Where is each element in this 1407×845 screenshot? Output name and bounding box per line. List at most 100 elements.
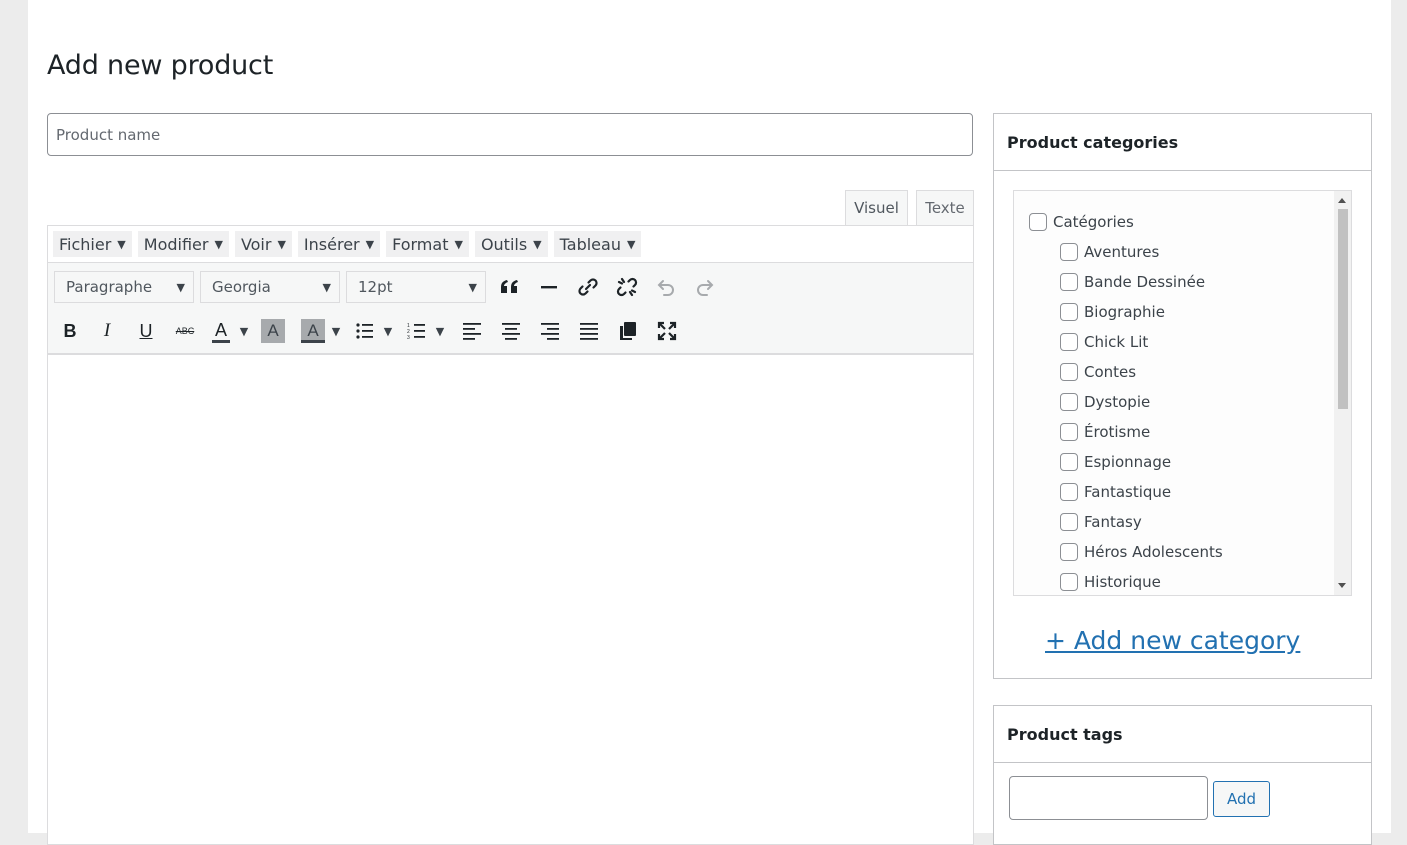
- category-scrollbar[interactable]: [1334, 191, 1351, 595]
- scroll-down-arrow-icon[interactable]: [1338, 583, 1346, 588]
- add-new-category-link[interactable]: + Add new category: [1045, 626, 1300, 655]
- scroll-up-arrow-icon[interactable]: [1338, 198, 1346, 203]
- block-format-select[interactable]: Paragraphe ▼: [54, 271, 194, 303]
- numbered-list-icon[interactable]: 123: [402, 315, 432, 347]
- menu-edit[interactable]: Modifier ▼: [137, 231, 229, 257]
- tab-text[interactable]: Texte: [916, 190, 974, 225]
- menu-view[interactable]: Voir ▼: [234, 231, 292, 257]
- bullet-list-dropdown[interactable]: ▼: [380, 315, 396, 347]
- menu-insert[interactable]: Insérer ▼: [297, 231, 381, 257]
- category-item[interactable]: Fantasy: [1060, 507, 1142, 537]
- menu-table[interactable]: Tableau ▼: [553, 231, 642, 257]
- category-label: Historique: [1084, 573, 1161, 591]
- category-checkbox[interactable]: [1060, 333, 1078, 351]
- fullscreen-icon[interactable]: [649, 315, 685, 347]
- product-tags-box: Product tags Add: [993, 705, 1372, 845]
- block-format-value: Paragraphe: [66, 278, 153, 296]
- unlink-icon[interactable]: [609, 271, 645, 303]
- category-item[interactable]: Aventures: [1060, 237, 1159, 267]
- category-label: Aventures: [1084, 243, 1160, 261]
- editor-content-area[interactable]: [48, 355, 973, 835]
- category-item-root[interactable]: Catégories: [1029, 207, 1134, 237]
- chevron-down-icon: ▼: [365, 237, 375, 251]
- strikethrough-icon[interactable]: ABC: [167, 315, 203, 347]
- text-color-dropdown[interactable]: ▼: [236, 315, 252, 347]
- justify-icon[interactable]: [571, 315, 607, 347]
- scrollbar-thumb[interactable]: [1338, 209, 1348, 409]
- category-label: Héros Adolescents: [1084, 543, 1223, 561]
- category-item[interactable]: Biographie: [1060, 297, 1165, 327]
- category-checkbox[interactable]: [1060, 273, 1078, 291]
- menu-format[interactable]: Format ▼: [386, 231, 469, 257]
- category-checkbox[interactable]: [1060, 363, 1078, 381]
- category-item[interactable]: Bande Dessinée: [1060, 267, 1205, 297]
- menu-label: Tableau: [559, 234, 621, 254]
- chevron-down-icon: ▼: [533, 237, 542, 251]
- category-label: Biographie: [1084, 303, 1165, 321]
- chevron-down-icon: ▼: [322, 280, 331, 294]
- menu-label: Modifier: [143, 234, 209, 254]
- categories-title: Product categories: [994, 114, 1371, 171]
- category-item[interactable]: Dystopie: [1060, 387, 1150, 417]
- menu-file[interactable]: Fichier ▼: [53, 231, 132, 257]
- font-size-select[interactable]: 12pt ▼: [346, 271, 486, 303]
- product-categories-box: Product categories Catégories Aventures …: [993, 113, 1372, 679]
- category-item[interactable]: Fantastique: [1060, 477, 1171, 507]
- numbered-list-dropdown[interactable]: ▼: [432, 315, 448, 347]
- category-item[interactable]: Érotisme: [1060, 417, 1150, 447]
- editor-toolbar: Paragraphe ▼ Georgia ▼ 12pt ▼ B I U ABC …: [48, 263, 973, 355]
- align-center-icon[interactable]: [493, 315, 529, 347]
- menu-label: Voir: [240, 234, 272, 254]
- chevron-down-icon: ▼: [176, 280, 185, 294]
- chevron-down-icon: ▼: [626, 237, 636, 251]
- product-name-input[interactable]: [47, 113, 973, 156]
- background-color-icon[interactable]: A: [258, 315, 288, 347]
- category-item[interactable]: Contes: [1060, 357, 1136, 387]
- chevron-down-icon: ▼: [277, 237, 286, 251]
- category-item[interactable]: Héros Adolescents: [1060, 537, 1223, 567]
- category-checkbox[interactable]: [1060, 453, 1078, 471]
- text-color-icon[interactable]: A: [206, 315, 236, 347]
- bullet-list-icon[interactable]: [350, 315, 380, 347]
- align-left-icon[interactable]: [454, 315, 490, 347]
- menu-label: Fichier: [59, 234, 112, 254]
- category-checkbox[interactable]: [1060, 393, 1078, 411]
- italic-icon[interactable]: I: [89, 315, 125, 347]
- blockquote-icon[interactable]: [492, 271, 528, 303]
- category-checkbox[interactable]: [1060, 513, 1078, 531]
- menu-label: Insérer: [303, 234, 360, 254]
- undo-icon[interactable]: [648, 271, 684, 303]
- tab-visual[interactable]: Visuel: [845, 190, 908, 225]
- link-icon[interactable]: [570, 271, 606, 303]
- category-checkbox[interactable]: [1029, 213, 1047, 231]
- add-tag-button[interactable]: Add: [1213, 781, 1270, 817]
- menu-label: Format: [392, 234, 449, 254]
- redo-icon[interactable]: [687, 271, 723, 303]
- category-checkbox[interactable]: [1060, 423, 1078, 441]
- toolbar-row-1: Paragraphe ▼ Georgia ▼ 12pt ▼: [54, 271, 726, 303]
- category-checkbox[interactable]: [1060, 483, 1078, 501]
- background-color-picker-icon[interactable]: A: [298, 315, 328, 347]
- menu-tools[interactable]: Outils ▼: [474, 231, 548, 257]
- category-checkbox[interactable]: [1060, 543, 1078, 561]
- category-checkbox[interactable]: [1060, 243, 1078, 261]
- bold-icon[interactable]: B: [54, 315, 86, 347]
- paste-icon[interactable]: [610, 315, 646, 347]
- underline-icon[interactable]: U: [128, 315, 164, 347]
- content-editor: Fichier ▼ Modifier ▼ Voir ▼ Insérer ▼ Format…: [47, 225, 974, 845]
- category-checkbox[interactable]: [1060, 573, 1078, 591]
- menu-label: Outils: [480, 234, 528, 254]
- category-label: Contes: [1084, 363, 1137, 381]
- horizontal-line-icon[interactable]: [531, 271, 567, 303]
- page-title: Add new product: [47, 50, 274, 81]
- font-family-select[interactable]: Georgia ▼: [200, 271, 340, 303]
- category-item[interactable]: Chick Lit: [1060, 327, 1148, 357]
- category-item[interactable]: Historique: [1060, 567, 1161, 595]
- align-right-icon[interactable]: [532, 315, 568, 347]
- category-label: Espionnage: [1084, 453, 1172, 471]
- font-family-value: Georgia: [212, 278, 271, 296]
- category-item[interactable]: Espionnage: [1060, 447, 1171, 477]
- tag-input[interactable]: [1009, 776, 1208, 820]
- category-checkbox[interactable]: [1060, 303, 1078, 321]
- background-color-dropdown[interactable]: ▼: [328, 315, 344, 347]
